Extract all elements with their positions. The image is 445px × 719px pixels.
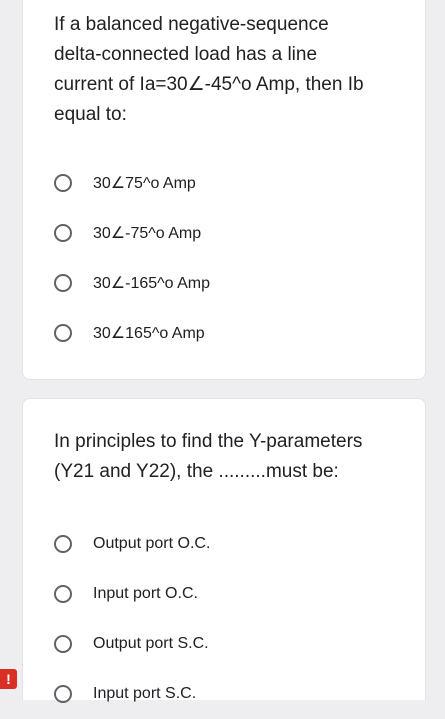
answer-option[interactable]: 30∠75^o Amp: [23, 158, 425, 208]
option-label: Input port O.C.: [93, 585, 198, 602]
radio-button[interactable]: [54, 635, 72, 653]
question-card-2: In principles to find the Y-parameters (…: [22, 398, 426, 703]
answer-options: Output port O.C. Input port O.C. Output …: [23, 519, 425, 719]
answer-option[interactable]: 30∠-165^o Amp: [23, 258, 425, 308]
answer-option[interactable]: 30∠-75^o Amp: [23, 208, 425, 258]
radio-button[interactable]: [54, 324, 72, 342]
radio-button[interactable]: [54, 585, 72, 603]
question-text: In principles to find the Y-parameters (…: [54, 431, 363, 482]
radio-button[interactable]: [54, 535, 72, 553]
radio-button[interactable]: [54, 224, 72, 242]
radio-button[interactable]: [54, 685, 72, 703]
option-label: Output port S.C.: [93, 635, 209, 652]
answer-options: 30∠75^o Amp 30∠-75^o Amp 30∠-165^o Amp 3…: [23, 158, 425, 358]
option-label: 30∠-75^o Amp: [93, 225, 202, 242]
question-text: If a balanced negative-sequence delta-co…: [54, 14, 364, 125]
option-label: Input port S.C.: [93, 685, 197, 702]
answer-option[interactable]: Output port O.C.: [23, 519, 425, 569]
option-label: 30∠165^o Amp: [93, 325, 205, 342]
radio-button[interactable]: [54, 274, 72, 292]
option-label: 30∠75^o Amp: [93, 175, 196, 192]
option-label: 30∠-165^o Amp: [93, 275, 211, 292]
question-card-1: If a balanced negative-sequence delta-co…: [22, 0, 426, 380]
answer-option[interactable]: 30∠165^o Amp: [23, 308, 425, 358]
radio-button[interactable]: [54, 174, 72, 192]
option-label: Output port O.C.: [93, 535, 211, 552]
answer-option[interactable]: Output port S.C.: [23, 619, 425, 669]
exclamation-icon: !: [0, 669, 17, 689]
answer-option[interactable]: Input port S.C.: [23, 669, 425, 719]
answer-option[interactable]: Input port O.C.: [23, 569, 425, 619]
